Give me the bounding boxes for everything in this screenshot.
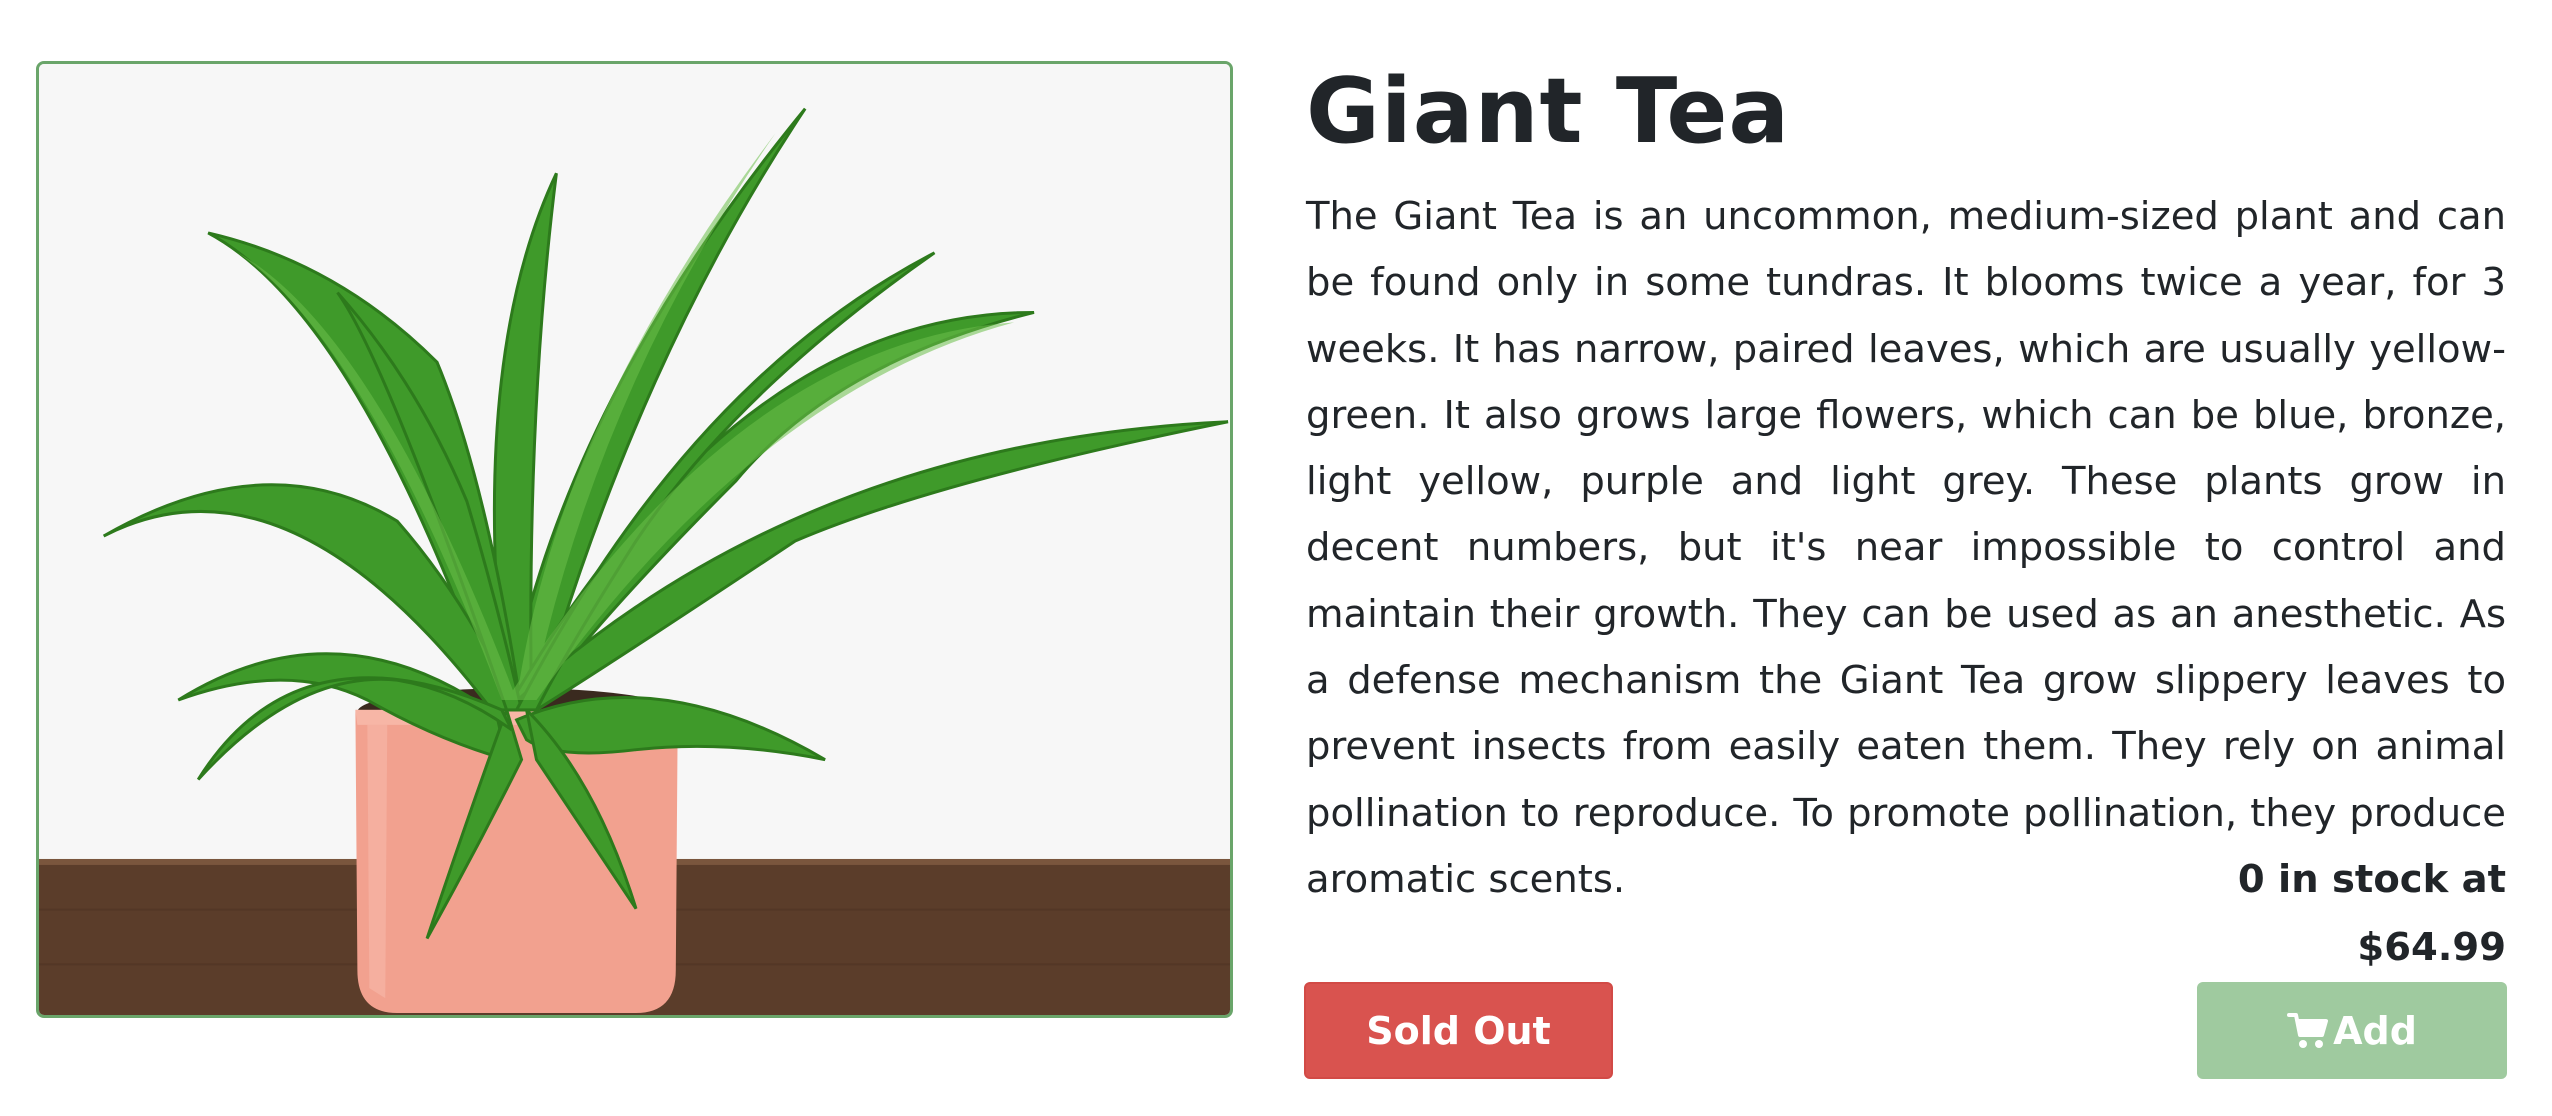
add-to-cart-button[interactable]: Add xyxy=(2197,982,2507,1079)
sold-out-label: Sold Out xyxy=(1366,1008,1551,1053)
cart-icon xyxy=(2287,1011,2329,1051)
product-title: Giant Tea xyxy=(1306,59,1791,164)
product-price: $64.99 xyxy=(2357,925,2506,970)
add-label: Add xyxy=(2333,1008,2417,1053)
product-image xyxy=(36,61,1233,1018)
plant-photo xyxy=(39,64,1230,1015)
stock-info: 0 in stock at xyxy=(2237,857,2506,902)
product-details: Giant Tea The Giant Tea is an uncommon, … xyxy=(1306,52,2506,913)
sold-out-button[interactable]: Sold Out xyxy=(1304,982,1613,1079)
product-card: Giant Tea The Giant Tea is an uncommon, … xyxy=(0,0,2552,1116)
product-description: The Giant Tea is an uncommon, medium-siz… xyxy=(1306,194,2506,902)
